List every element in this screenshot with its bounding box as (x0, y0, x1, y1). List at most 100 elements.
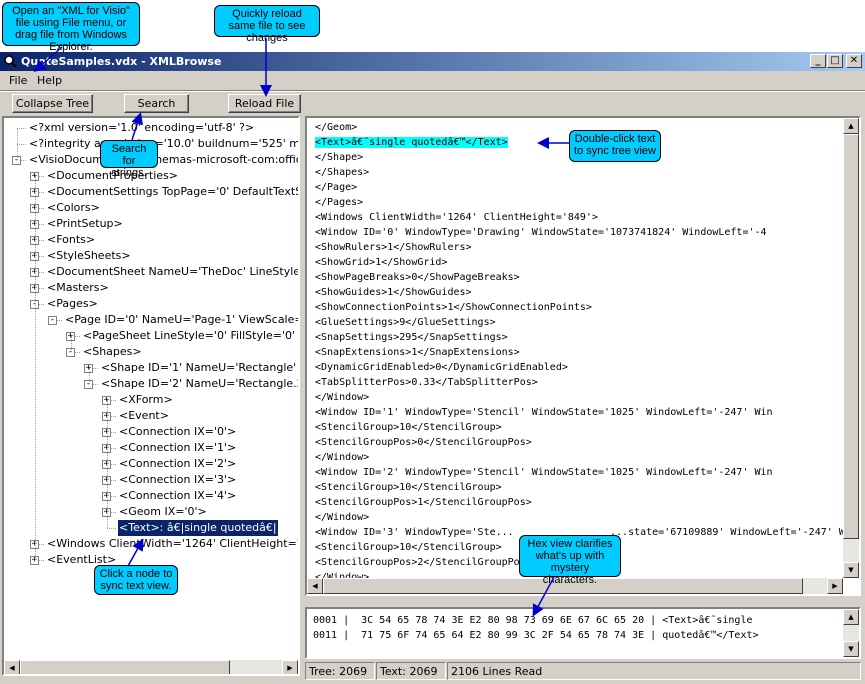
scroll-left-icon[interactable]: ◀ (307, 578, 323, 594)
tree-node[interactable]: +<DocumentProperties> (4, 168, 294, 184)
xml-line[interactable]: <ShowRulers>1</ShowRulers> (315, 240, 843, 255)
xml-line[interactable]: <Window ID='1' WindowType='Stencil' Wind… (315, 405, 843, 420)
xml-line[interactable]: <StencilGroupPos>0</StencilGroupPos> (315, 435, 843, 450)
xml-line[interactable]: <Window ID='0' WindowType='Drawing' Wind… (315, 225, 843, 240)
maximize-button[interactable]: □ (827, 54, 843, 68)
xml-line[interactable]: <SnapExtensions>1</SnapExtensions> (315, 345, 843, 360)
tree-node-label[interactable]: <Connection IX='3'> (118, 472, 237, 488)
tree-node[interactable]: + <Connection IX='4'> (4, 488, 294, 504)
tree-node-label[interactable]: <DocumentSheet NameU='TheDoc' LineStyle=… (46, 264, 298, 280)
tree-node[interactable]: + <PageSheet LineStyle='0' FillStyle='0' … (4, 328, 298, 344)
tree-node-label[interactable]: <Colors> (46, 200, 101, 216)
minimize-button[interactable]: _ (810, 54, 826, 68)
xml-line[interactable]: <StencilGroupPos>1</StencilGroupPos> (315, 495, 843, 510)
tree-node-label[interactable]: <Shape ID='2' NameU='Rectangle.2' Typ (100, 376, 298, 392)
text-scroll-thumb[interactable] (843, 134, 859, 539)
tree-node-label[interactable]: <VisioDocument ... ...chemas-microsoft-c… (28, 152, 298, 168)
tree-node-label[interactable]: <Connection IX='1'> (118, 440, 237, 456)
collapse-icon[interactable]: - (48, 316, 57, 325)
tree-node[interactable]: + <PrintSetup> (4, 216, 294, 232)
tree-node[interactable]: <Text>: â€|single quotedâ€| (4, 520, 294, 536)
scroll-down-icon[interactable]: ▼ (843, 641, 859, 657)
tree-node-label[interactable]: <Masters> (46, 280, 110, 296)
tree-node-label[interactable]: <Event> (118, 408, 170, 424)
tree-node-label[interactable]: <Windows ClientWidth='1264' ClientHeight… (46, 536, 298, 552)
search-button[interactable]: Search (124, 94, 189, 113)
menu-file[interactable]: File (9, 74, 27, 87)
xml-line[interactable]: </Page> (315, 180, 843, 195)
hex-view[interactable]: 0001 | 3C 54 65 78 74 3E E2 80 98 73 69 … (307, 609, 843, 657)
close-button[interactable]: ✕ (846, 54, 862, 68)
tree-node[interactable]: + <Masters> (4, 280, 294, 296)
tree-node-label[interactable]: <PageSheet LineStyle='0' FillStyle='0' T… (82, 328, 298, 344)
xml-line[interactable]: <SnapSettings>295</SnapSettings> (315, 330, 843, 345)
tree-node-label[interactable]: <StyleSheets> (46, 248, 132, 264)
tree-node[interactable]: + <Connection IX='2'> (4, 456, 294, 472)
xml-line[interactable]: </Window> (315, 510, 843, 525)
tree-node[interactable]: + <Windows ClientWidth='1264' ClientHeigh… (4, 536, 298, 552)
tree-node-label[interactable]: <Connection IX='4'> (118, 488, 237, 504)
xml-line[interactable]: <StencilGroup>10</StencilGroup> (315, 480, 843, 495)
tree-node[interactable]: + <Colors> (4, 200, 294, 216)
tree-node-label[interactable]: <Page ID='0' NameU='Page-1' ViewScale='1… (64, 312, 298, 328)
xml-line[interactable]: <GlueSettings>9</GlueSettings> (315, 315, 843, 330)
xml-line[interactable]: <ShowConnectionPoints>1</ShowConnectionP… (315, 300, 843, 315)
xml-line[interactable]: <TabSplitterPos>0.33</TabSplitterPos> (315, 375, 843, 390)
tree-node-label[interactable]: <Geom IX='0'> (118, 504, 208, 520)
tree-node-label[interactable]: <Pages> (46, 296, 99, 312)
tree-node[interactable]: -<Shape ID='2' NameU='Rectangle.2' Typ (4, 376, 298, 392)
xml-line[interactable]: <DynamicGridEnabled>0</DynamicGridEnable… (315, 360, 843, 375)
xml-line[interactable]: </Pages> (315, 195, 843, 210)
tree-horizontal-scrollbar[interactable]: ◀ ▶ (4, 660, 298, 674)
tree-node[interactable]: +<DocumentSheet NameU='TheDoc' LineStyle… (4, 264, 298, 280)
tree-node-label[interactable]: <XForm> (118, 392, 174, 408)
tree-node-label[interactable]: <Shape ID='1' NameU='Rectangle' Type= (100, 360, 298, 376)
tree-node[interactable]: +<Shape ID='1' NameU='Rectangle' Type= (4, 360, 298, 376)
xml-line[interactable]: </Window> (315, 450, 843, 465)
tree-node-label-selected[interactable]: <Text>: â€|single quotedâ€| (118, 520, 278, 536)
hex-line[interactable]: 0011 | 71 75 6F 74 65 64 E2 80 99 3C 2F … (313, 628, 843, 643)
xml-line[interactable]: <Windows ClientWidth='1264' ClientHeight… (315, 210, 843, 225)
tree-node-label[interactable]: <PrintSetup> (46, 216, 124, 232)
tree-node[interactable]: -<Page ID='0' NameU='Page-1' ViewScale='… (4, 312, 298, 328)
scroll-up-icon[interactable]: ▲ (843, 118, 859, 134)
tree-node[interactable]: - <Pages> (4, 296, 294, 312)
tree-node-label[interactable]: <?integrity app='...' ...='10.0' buildnu… (28, 136, 298, 152)
title-bar[interactable]: QuoteSamples.vdx - XMLBrowse _ □ ✕ (0, 52, 865, 71)
tree-node[interactable]: + <Event> (4, 408, 294, 424)
tree-node[interactable]: <?xml version='1.0' encoding='utf-8' ?> (4, 120, 294, 136)
hex-vertical-scrollbar[interactable]: ▲ ▼ (843, 609, 859, 657)
scroll-right-icon[interactable]: ▶ (827, 578, 843, 594)
tree-node-label[interactable]: <Connection IX='2'> (118, 456, 237, 472)
tree-node[interactable]: + <Geom IX='0'> (4, 504, 294, 520)
tree-node-label[interactable]: <Shapes> (82, 344, 143, 360)
tree-node[interactable]: + <Connection IX='0'> (4, 424, 294, 440)
tree-node-label[interactable]: <DocumentSettings TopPage='0' DefaultTex… (46, 184, 298, 200)
scroll-down-icon[interactable]: ▼ (843, 562, 859, 578)
xml-line[interactable]: <ShowGrid>1</ShowGrid> (315, 255, 843, 270)
tree-node[interactable]: + <XForm> (4, 392, 294, 408)
xml-line[interactable]: </Window> (315, 390, 843, 405)
tree-node-label[interactable]: <Fonts> (46, 232, 96, 248)
xml-line[interactable]: <ShowPageBreaks>0</ShowPageBreaks> (315, 270, 843, 285)
xml-line[interactable]: <ShowGuides>1</ShowGuides> (315, 285, 843, 300)
xml-line[interactable]: </Shapes> (315, 165, 843, 180)
scroll-left-icon[interactable]: ◀ (4, 660, 20, 674)
tree-node[interactable]: + <Connection IX='3'> (4, 472, 294, 488)
reload-file-button[interactable]: Reload File (228, 94, 301, 113)
xml-text-view[interactable]: </Geom> <Text>â€˜single quotedâ€™</Text> <… (307, 118, 843, 578)
menu-help[interactable]: Help (37, 74, 62, 87)
hex-line[interactable]: 0001 | 3C 54 65 78 74 3E E2 80 98 73 69 … (313, 613, 843, 628)
tree-node-label[interactable]: <Connection IX='0'> (118, 424, 237, 440)
scroll-right-icon[interactable]: ▶ (282, 660, 298, 674)
tree-node[interactable]: + <Connection IX='1'> (4, 440, 294, 456)
tree-scroll-thumb[interactable] (20, 660, 230, 674)
tree-node-label[interactable]: <?xml version='1.0' encoding='utf-8' ?> (28, 120, 255, 136)
tree-node[interactable]: + <DocumentSettings TopPage='0' DefaultTe… (4, 184, 298, 200)
xml-line[interactable]: <Window ID='2' WindowType='Stencil' Wind… (315, 465, 843, 480)
scroll-up-icon[interactable]: ▲ (843, 609, 859, 625)
collapse-tree-button[interactable]: Collapse Tree (12, 94, 93, 113)
text-vertical-scrollbar[interactable]: ▲ ▼ (843, 118, 859, 578)
xml-line[interactable]: <StencilGroup>10</StencilGroup> (315, 420, 843, 435)
tree-node[interactable]: - <Shapes> (4, 344, 294, 360)
